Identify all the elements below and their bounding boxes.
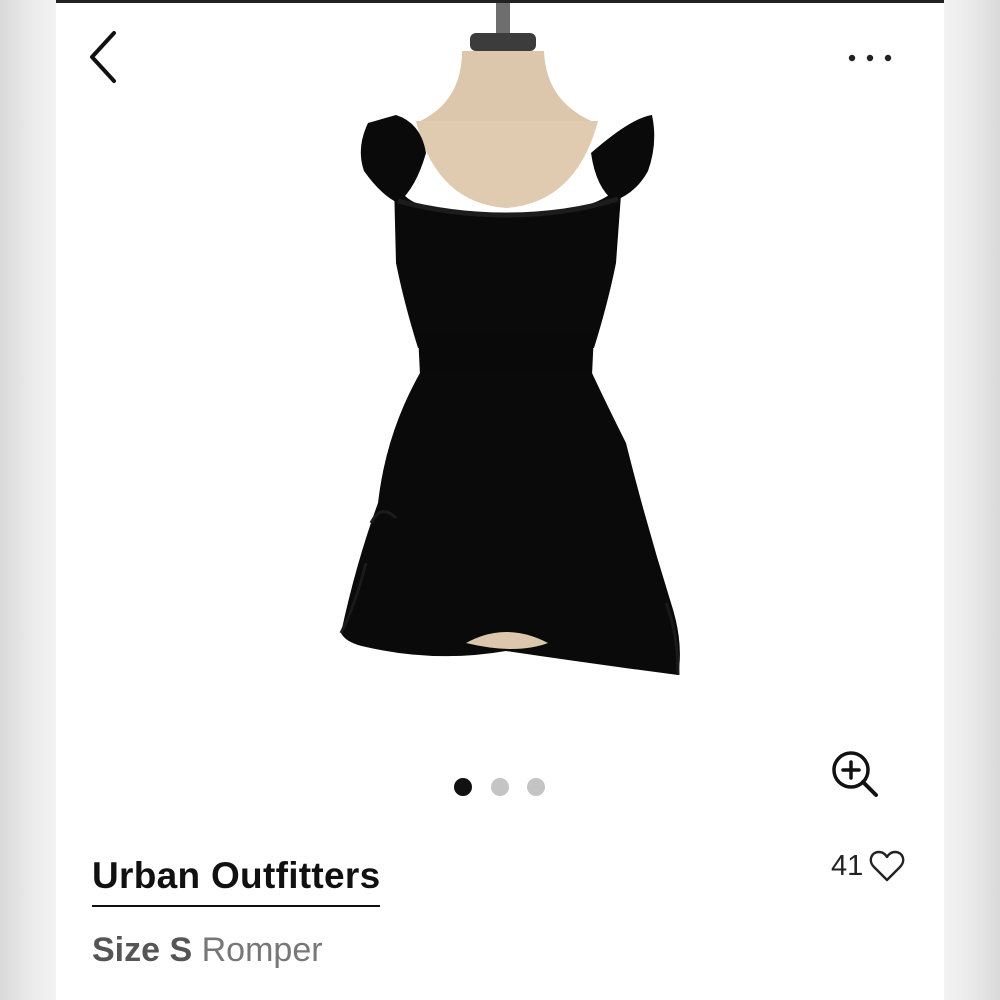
zoom-in-icon	[832, 751, 878, 797]
brand-link[interactable]: Urban Outfitters	[92, 855, 381, 907]
more-horizontal-icon	[848, 54, 892, 62]
product-screen: 41 Urban Outfitters Size S Romper	[56, 0, 944, 1000]
page-dot-3[interactable]	[527, 778, 545, 796]
chevron-left-icon	[90, 31, 116, 83]
zoom-button[interactable]	[829, 748, 883, 802]
likes-count: 41	[831, 849, 864, 882]
page-dot-1[interactable]	[454, 778, 472, 796]
size-category-line: Size S Romper	[92, 931, 323, 970]
back-button[interactable]	[84, 27, 130, 89]
romper-illustration	[339, 3, 680, 676]
right-backdrop	[944, 0, 1000, 1000]
like-button[interactable]: 41	[831, 846, 905, 886]
page-dot-2[interactable]	[491, 778, 509, 796]
category-label: Romper	[201, 931, 323, 969]
image-pagination	[454, 778, 554, 798]
product-image[interactable]	[286, 3, 726, 703]
heart-outline-icon	[869, 850, 905, 882]
size-label: Size S	[92, 931, 193, 969]
more-options-button[interactable]	[842, 43, 902, 73]
left-backdrop	[0, 0, 56, 1000]
